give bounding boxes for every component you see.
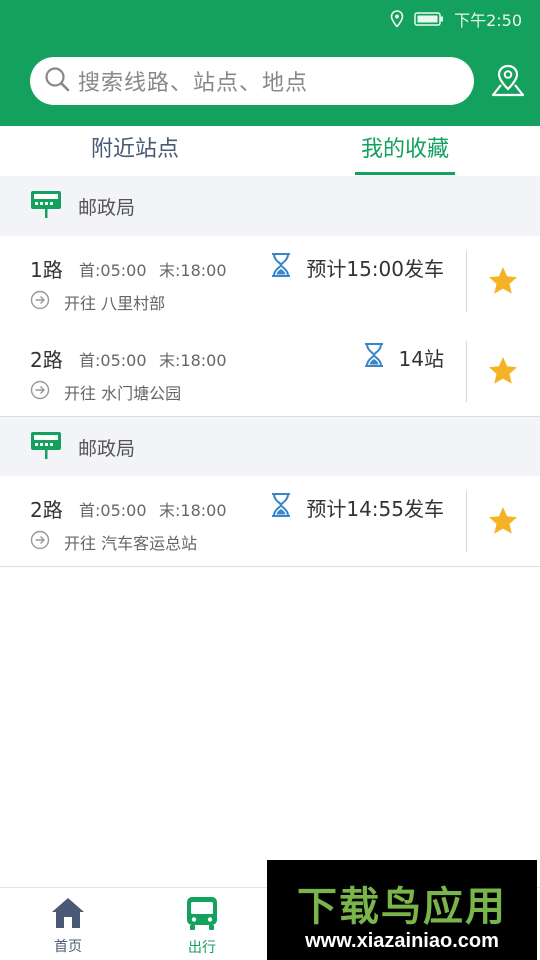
station-name: 邮政局 [78,196,136,219]
last-bus-time: 末:18:00 [159,261,227,280]
route-line-number: 2路 [30,498,63,522]
nav-home[interactable]: 首页 [28,888,108,960]
watermark-url: www.xiazainiao.com [305,930,499,952]
location-status-icon [390,10,404,28]
direction-arrow-icon [30,530,50,554]
favorite-star-icon[interactable] [486,504,520,538]
station-header[interactable]: 邮政局 [0,417,540,477]
search-icon [44,66,70,96]
eta-text: 预计14:55发车 [306,496,444,521]
last-bus-time: 末:18:00 [159,351,227,370]
status-time: 下午2:50 [454,11,522,30]
favorite-star-icon[interactable] [486,264,520,298]
hourglass-icon [270,252,292,282]
app-header: 下午2:50 搜索线路、站点、地点 [0,0,540,126]
route-direction: 开往 汽车客运总站 [64,534,198,553]
route-direction: 开往 八里村部 [64,294,166,313]
battery-icon [414,11,444,27]
row-divider [466,341,467,402]
bus-stop-sign-icon [30,189,62,223]
station-name: 邮政局 [78,437,136,460]
watermark-logo: 下载鸟应用 www.xiazainiao.com [267,860,537,960]
row-divider [466,251,467,312]
home-icon [50,896,86,934]
hourglass-icon [270,492,292,522]
tab-my-favorites[interactable]: 我的收藏 [340,126,470,176]
favorite-star-icon[interactable] [486,354,520,388]
route-eta: 14站 [363,342,444,372]
map-pin-icon [490,63,526,101]
active-tab-indicator [355,172,455,175]
route-direction: 开往 水门塘公园 [64,384,182,403]
route-row[interactable]: 1路 首:05:00 末:18:00 预计15:00发车 开往 八里村部 [0,236,540,327]
eta-text: 14站 [398,346,444,371]
nav-travel-label: 出行 [188,940,216,956]
bus-stop-sign-icon [30,430,62,464]
tab-bar: 附近站点 我的收藏 [0,126,540,176]
search-placeholder: 搜索线路、站点、地点 [78,71,309,96]
map-location-button[interactable] [488,62,528,102]
search-input[interactable]: 搜索线路、站点、地点 [30,57,474,105]
station-header[interactable]: 邮政局 [0,176,540,236]
direction-arrow-icon [30,380,50,404]
nav-travel[interactable]: 出行 [162,888,242,960]
tab-nearby-stations[interactable]: 附近站点 [60,126,210,176]
first-bus-time: 首:05:00 [79,351,147,370]
bus-icon [184,895,220,935]
first-bus-time: 首:05:00 [79,501,147,520]
route-row[interactable]: 2路 首:05:00 末:18:00 预计14:55发车 开往 汽车客运总站 [0,476,540,567]
status-bar: 下午2:50 [390,8,522,30]
hourglass-icon [363,342,385,372]
first-bus-time: 首:05:00 [79,261,147,280]
last-bus-time: 末:18:00 [159,501,227,520]
direction-arrow-icon [30,290,50,314]
route-line-number: 2路 [30,348,63,372]
route-eta: 预计14:55发车 [270,492,444,522]
route-line-number: 1路 [30,258,63,282]
row-divider [466,491,467,552]
watermark-title: 下载鸟应用 [297,884,507,930]
route-eta: 预计15:00发车 [270,252,444,282]
eta-text: 预计15:00发车 [306,256,444,281]
nav-home-label: 首页 [54,939,82,955]
route-row[interactable]: 2路 首:05:00 末:18:00 14站 开往 水门塘公园 [0,326,540,417]
